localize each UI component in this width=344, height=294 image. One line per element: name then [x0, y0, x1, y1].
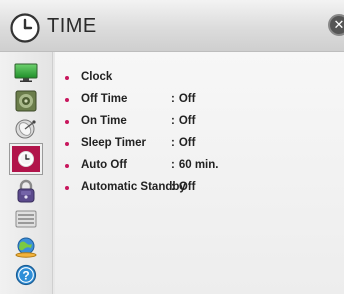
clock-icon — [18, 151, 34, 167]
globe-network-icon — [15, 237, 37, 258]
header-bar: TIME ✕ — [0, 0, 344, 51]
menu-item-clock[interactable]: Clock — [55, 68, 344, 90]
menu-item-value: : Off — [171, 137, 196, 149]
menu-item-automatic-standby[interactable]: Automatic Standby : Off — [55, 178, 344, 200]
bullet-icon — [65, 186, 69, 190]
monitor-icon — [14, 63, 38, 82]
bullet-icon — [65, 142, 69, 146]
menu-item-sleep-timer[interactable]: Sleep Timer : Off — [55, 134, 344, 156]
padlock-icon — [17, 179, 35, 203]
close-button[interactable]: ✕ — [328, 14, 344, 36]
sidebar-item-network[interactable] — [10, 234, 42, 260]
page-title: TIME — [47, 15, 97, 37]
menu-item-on-time[interactable]: On Time : Off — [55, 112, 344, 134]
sidebar-item-option[interactable] — [10, 206, 42, 232]
sidebar-item-time[interactable] — [10, 144, 42, 174]
sidebar: ? — [0, 52, 52, 294]
menu-item-label: Off Time — [81, 93, 128, 105]
menu-item-label: Clock — [81, 71, 113, 83]
time-settings-screen: TIME ✕ ? Clock Off Time: Off On Time: … — [0, 0, 344, 294]
sidebar-item-audio[interactable] — [10, 88, 42, 114]
close-icon: ✕ — [333, 17, 344, 32]
menu-item-label: On Time — [81, 115, 127, 127]
options-icon — [15, 210, 37, 228]
speaker-icon — [15, 90, 37, 112]
clock-icon — [10, 13, 40, 43]
bullet-icon — [65, 98, 69, 102]
menu-item-value: : Off — [171, 181, 196, 193]
menu-item-value: : Off — [171, 115, 196, 127]
menu-item-value: : Off — [171, 93, 196, 105]
svg-text:?: ? — [22, 269, 29, 283]
menu-item-label: Sleep Timer — [81, 137, 146, 149]
sidebar-item-lock[interactable] — [10, 178, 42, 204]
help-icon: ? — [15, 264, 37, 286]
menu-item-auto-off[interactable]: Auto Off :60 min. — [55, 156, 344, 178]
menu-item-label: Auto Off — [81, 159, 127, 171]
bullet-icon — [65, 164, 69, 168]
satellite-dish-icon — [15, 119, 36, 139]
sidebar-item-support[interactable]: ? — [10, 262, 42, 288]
bullet-icon — [65, 76, 69, 80]
menu-item-value: :60 min. — [171, 159, 219, 171]
sidebar-item-channel[interactable] — [10, 116, 42, 142]
bullet-icon — [65, 120, 69, 124]
sidebar-item-picture[interactable] — [10, 60, 42, 86]
menu-item-off-time[interactable]: Off Time : Off — [55, 90, 344, 112]
settings-panel: Clock Off Time : Off On Time : Off Sleep T… — [55, 52, 344, 294]
